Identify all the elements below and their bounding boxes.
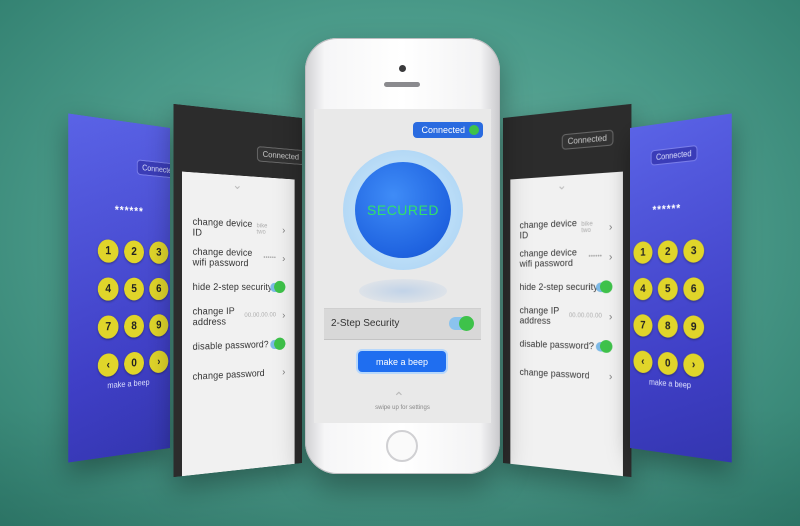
status-dot-icon — [469, 125, 479, 135]
settings-item-disable-password[interactable]: disable password? — [520, 332, 615, 358]
key-back[interactable]: ‹ — [633, 350, 653, 374]
connected-badge: Connected — [256, 145, 302, 166]
chevron-right-icon: › — [608, 310, 613, 323]
settings-sheet: ⌄ change device ID bike two › change dev… — [510, 171, 623, 477]
earpiece-speaker — [384, 82, 420, 87]
connected-label: Connected — [421, 125, 465, 135]
lock-status-button[interactable]: SECURED — [355, 162, 451, 258]
settings-screen-left: Connected ⌄ change device ID bike two › … — [173, 103, 302, 478]
key-3[interactable]: 3 — [683, 238, 705, 263]
settings-screen-right: Connected ⌄ change device ID bike two › … — [503, 103, 632, 478]
toggle-knob — [459, 316, 474, 331]
chevron-right-icon: › — [282, 309, 286, 321]
connected-badge: Connected — [650, 144, 698, 166]
key-6[interactable]: 6 — [149, 277, 169, 301]
key-back[interactable]: ‹ — [97, 352, 119, 378]
settings-item-ip-address[interactable]: change IP address 00.00.00.00 › — [520, 304, 615, 328]
chevron-right-icon: › — [608, 220, 613, 233]
settings-item-ip-address[interactable]: change IP address 00.00.00.00 › — [193, 304, 288, 328]
settings-sheet: ⌄ change device ID bike two › change dev… — [182, 171, 295, 477]
chevron-right-icon: › — [282, 253, 286, 265]
key-1[interactable]: 1 — [633, 241, 653, 264]
key-0[interactable]: 0 — [124, 351, 144, 376]
key-2[interactable]: 2 — [657, 240, 678, 264]
key-7[interactable]: 7 — [97, 315, 119, 340]
key-8[interactable]: 8 — [124, 314, 144, 338]
swipe-hint: swipe up for settings — [375, 405, 430, 411]
disable-password-toggle[interactable] — [595, 341, 611, 352]
key-forward[interactable]: › — [683, 352, 705, 378]
password-mask: ****** — [114, 204, 144, 219]
home-button[interactable] — [386, 430, 418, 462]
keypad-screen-right: Connected ****** 1 2 3 4 5 6 7 8 9 ‹ 0 ›… — [630, 113, 732, 463]
settings-item-device-id[interactable]: change device ID bike two › — [520, 215, 615, 241]
key-0[interactable]: 0 — [657, 351, 678, 376]
key-5[interactable]: 5 — [657, 277, 678, 301]
password-mask: ****** — [652, 202, 682, 217]
chevron-right-icon: › — [608, 250, 613, 263]
chevron-right-icon: › — [282, 366, 286, 378]
two-step-label: 2-Step Security — [331, 318, 400, 329]
settings-item-wifi-password[interactable]: change device wifi password •••••• › — [520, 245, 615, 270]
settings-item-change-password[interactable]: change password › — [520, 361, 615, 389]
key-2[interactable]: 2 — [124, 240, 144, 264]
disable-password-toggle[interactable] — [270, 339, 284, 349]
phone-device: Connected SECURED 2-Step Security make a… — [305, 38, 500, 474]
key-5[interactable]: 5 — [124, 277, 144, 301]
hide-2step-toggle[interactable] — [270, 282, 284, 292]
connected-badge: Connected — [413, 122, 483, 138]
hide-2step-toggle[interactable] — [595, 281, 611, 292]
connected-badge: Connected — [136, 159, 170, 180]
key-3[interactable]: 3 — [149, 241, 169, 264]
key-8[interactable]: 8 — [657, 314, 678, 339]
chevron-right-icon: › — [282, 224, 286, 236]
key-9[interactable]: 9 — [683, 315, 705, 340]
beep-label[interactable]: make a beep — [107, 378, 149, 391]
two-step-toggle[interactable] — [449, 316, 474, 331]
status-text: SECURED — [367, 202, 439, 218]
chevron-up-icon[interactable]: ⌃ — [393, 389, 405, 406]
key-forward[interactable]: › — [149, 350, 169, 374]
key-4[interactable]: 4 — [633, 277, 653, 301]
chevron-down-icon: ⌄ — [556, 177, 567, 193]
key-9[interactable]: 9 — [149, 314, 169, 337]
connected-badge: Connected — [561, 129, 614, 150]
main-screen: Connected SECURED 2-Step Security make a… — [314, 109, 491, 423]
key-6[interactable]: 6 — [683, 277, 705, 301]
chevron-right-icon: › — [608, 370, 613, 383]
make-beep-button[interactable]: make a beep — [358, 351, 446, 372]
chevron-down-icon: ⌄ — [232, 177, 243, 193]
settings-item-change-password[interactable]: change password › — [193, 361, 288, 389]
settings-item-hide-2step[interactable]: hide 2-step security — [193, 275, 288, 299]
settings-item-device-id[interactable]: change device ID bike two › — [193, 215, 288, 241]
front-camera — [399, 65, 406, 72]
settings-item-disable-password[interactable]: disable password? — [193, 332, 288, 358]
two-step-row: 2-Step Security — [324, 308, 481, 340]
key-1[interactable]: 1 — [97, 239, 119, 263]
settings-item-wifi-password[interactable]: change device wifi password •••••• › — [193, 245, 288, 270]
key-7[interactable]: 7 — [633, 314, 653, 337]
keypad-screen-left: Connected ****** 1 2 3 4 5 6 7 8 9 ‹ 0 ›… — [68, 113, 170, 463]
beep-label[interactable]: make a beep — [649, 377, 691, 390]
key-4[interactable]: 4 — [97, 277, 119, 301]
settings-item-hide-2step[interactable]: hide 2-step security — [520, 275, 615, 299]
status-reflection — [359, 279, 447, 303]
